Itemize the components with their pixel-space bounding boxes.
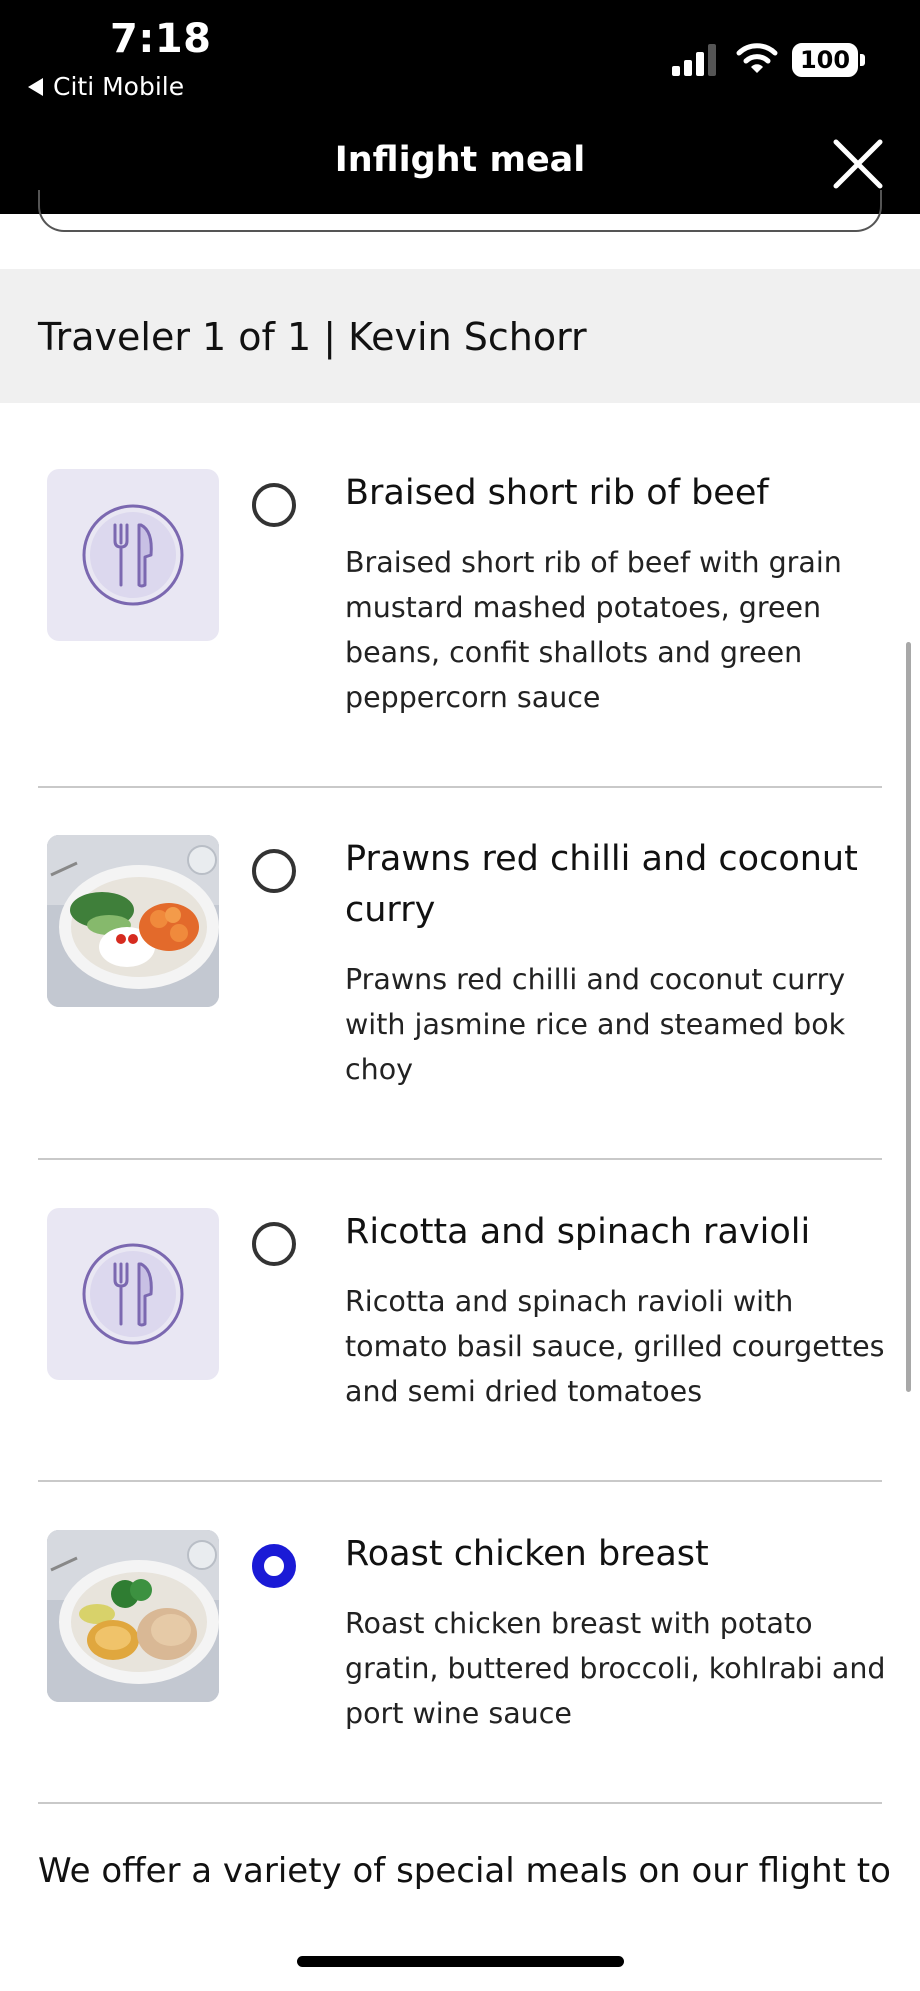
- meal-radio-ravioli[interactable]: [252, 1222, 296, 1266]
- cellular-signal-icon: [672, 44, 716, 76]
- meal-description: Ricotta and spinach ravioli with tomato …: [345, 1285, 885, 1408]
- meal-description: Roast chicken breast with potato gratin,…: [345, 1607, 886, 1730]
- battery-indicator: 100: [792, 43, 858, 77]
- divider: [38, 1480, 882, 1482]
- page-title: Inflight meal: [334, 140, 586, 180]
- meal-title: Prawns red chilli and coconut curry: [345, 839, 858, 930]
- bottom-area: [0, 1910, 920, 1991]
- meal-radio-prawns[interactable]: [252, 849, 296, 893]
- back-to-app-link[interactable]: Citi Mobile: [28, 72, 184, 101]
- close-icon[interactable]: [830, 136, 886, 192]
- meal-description: Braised short rib of beef with grain mus…: [345, 546, 842, 714]
- scrolled-field-outline[interactable]: [38, 190, 882, 232]
- meal-title: Braised short rib of beef: [345, 473, 769, 513]
- traveler-band: Traveler 1 of 1 | Kevin Schorr: [0, 269, 920, 403]
- back-app-label: Citi Mobile: [53, 72, 185, 101]
- meal-title: Ricotta and spinach ravioli: [345, 1212, 811, 1252]
- meal-title: Roast chicken breast: [345, 1534, 709, 1574]
- roast-chicken-photo: [47, 1530, 219, 1702]
- cutlery-placeholder-icon: [47, 469, 219, 641]
- meal-radio-beef[interactable]: [252, 483, 296, 527]
- traveler-label: Traveler 1 of 1 | Kevin Schorr: [38, 315, 587, 359]
- back-arrow-icon: [28, 77, 43, 96]
- divider: [38, 1158, 882, 1160]
- scrollbar[interactable]: [906, 642, 911, 1392]
- divider: [38, 786, 882, 788]
- wifi-icon: [736, 43, 778, 73]
- special-meals-text: We offer a variety of special meals on o…: [38, 1851, 891, 1891]
- inflight-meal-screen: 7:18 Citi Mobile 100 Inflight meal Trave…: [0, 0, 920, 1991]
- meal-description: Prawns red chilli and coconut curry with…: [345, 963, 846, 1086]
- prawn-curry-photo: [47, 835, 219, 1007]
- top-bar: 7:18 Citi Mobile 100 Inflight meal: [0, 0, 920, 214]
- divider: [38, 1802, 882, 1804]
- cutlery-placeholder-icon: [47, 1208, 219, 1380]
- meal-radio-chicken[interactable]: [252, 1544, 296, 1588]
- battery-tip: [860, 54, 865, 66]
- home-indicator[interactable]: [297, 1956, 624, 1967]
- status-time: 7:18: [110, 16, 212, 62]
